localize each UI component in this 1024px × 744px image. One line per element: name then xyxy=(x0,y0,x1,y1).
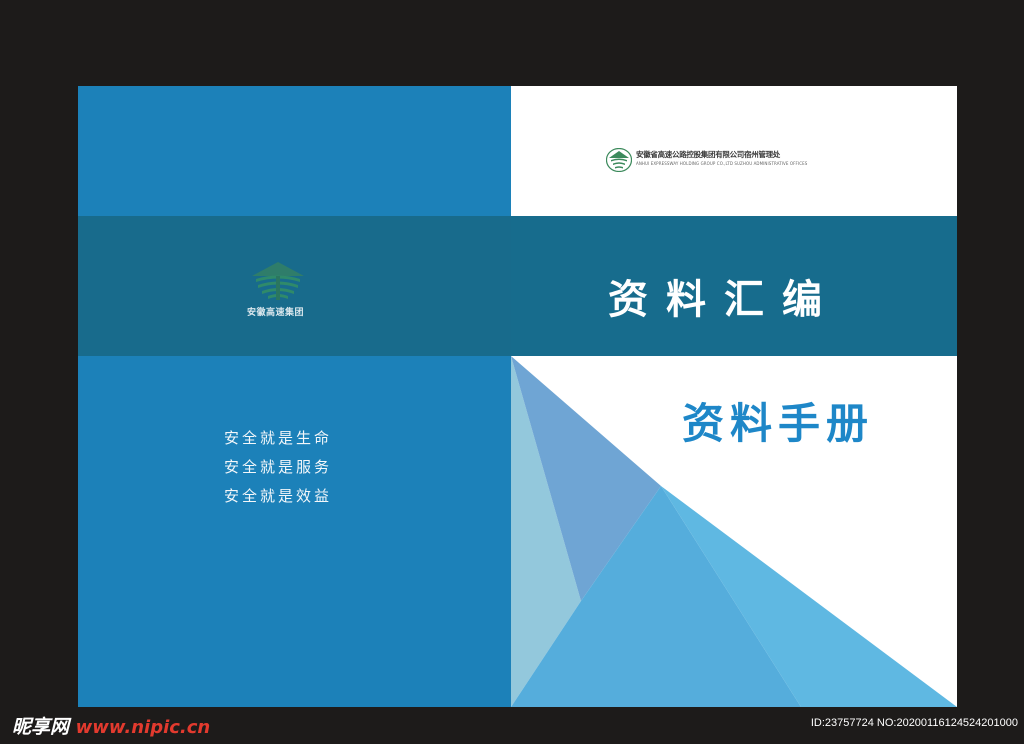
slogan-line: 安全就是生命 xyxy=(224,429,333,447)
watermark-url: www.nipic.cn xyxy=(75,717,211,738)
publisher-header: 安徽省高速公路控股集团有限公司宿州管理处 ANHUI EXPRESSWAY HO… xyxy=(606,146,807,174)
slogan-line: 安全就是服务 xyxy=(224,458,333,476)
cover-title: 资料汇编 xyxy=(608,277,840,323)
slogan-line: 安全就是效益 xyxy=(224,487,333,505)
cover-subtitle: 资料手册 xyxy=(682,399,875,448)
back-cover-panel xyxy=(78,86,511,707)
group-name-label: 安徽高速集团 xyxy=(246,308,304,318)
watermark-image-id: ID:23757724 NO:20200116124524201000 xyxy=(810,717,1018,729)
publisher-name-english: ANHUI EXPRESSWAY HOLDING GROUP CO.,LTD S… xyxy=(636,161,808,166)
publisher-name: 安徽省高速公路控股集团有限公司宿州管理处 xyxy=(636,150,780,159)
watermark-logo: 昵享网 www.nipic.cn xyxy=(12,712,210,739)
slogan-list: 安全就是生命 安全就是服务 安全就是效益 xyxy=(224,424,332,511)
brochure-cover: 安徽高速集团 安全就是生命 安全就是服务 安全就是效益 安徽省高速公路控股集团有… xyxy=(78,86,957,707)
watermark-site-name: 昵享网 xyxy=(12,716,70,738)
publisher-logo-icon xyxy=(606,148,632,172)
group-logo-icon xyxy=(252,262,304,300)
